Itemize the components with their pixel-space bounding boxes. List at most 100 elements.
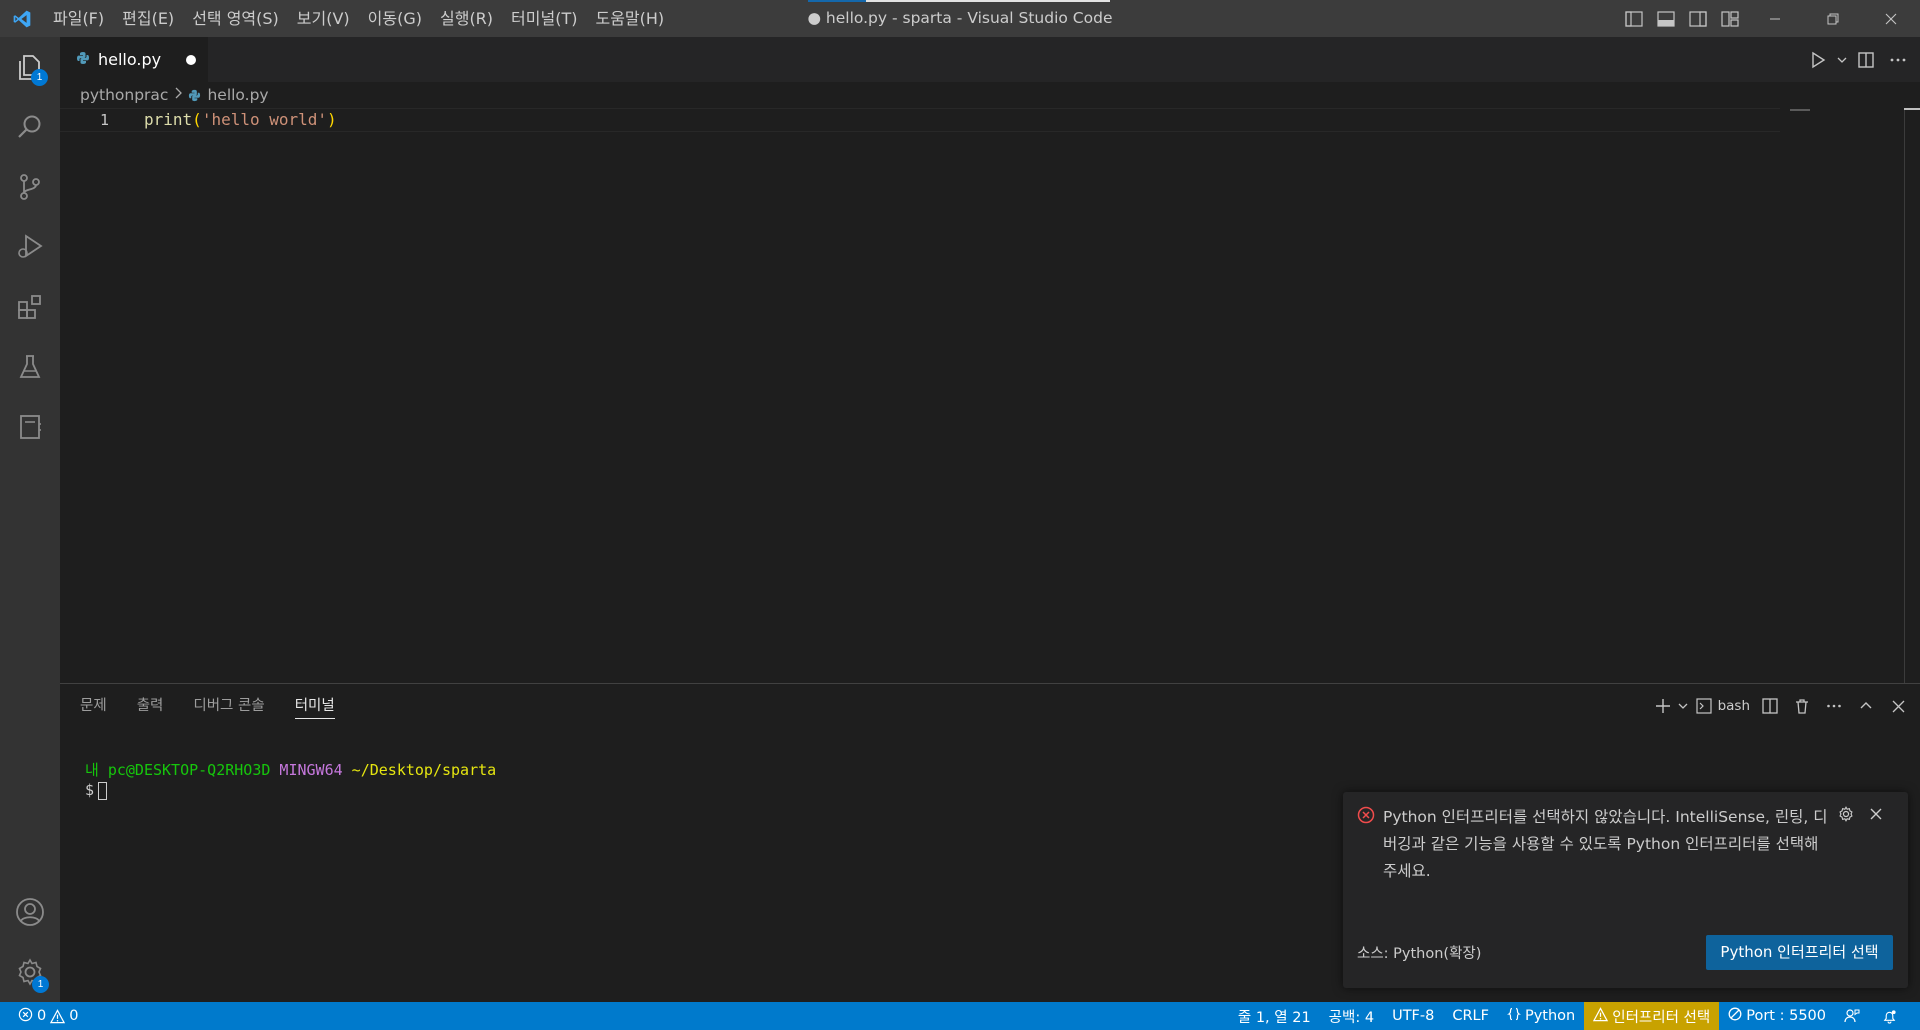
run-file-icon[interactable] (1802, 44, 1834, 76)
manage-gear-icon[interactable]: 1 (0, 942, 60, 1002)
cursor-position[interactable]: 줄 1, 열 21 (1229, 1002, 1320, 1030)
breadcrumb-file[interactable]: hello.py (207, 86, 268, 104)
status-bar-left: 0 0 (18, 1002, 87, 1030)
error-icon (1357, 806, 1375, 828)
toggle-primary-sidebar-icon[interactable] (1618, 0, 1650, 37)
editor-actions (1802, 37, 1920, 82)
title-bar: 파일(F) 편집(E) 선택 영역(S) 보기(V) 이동(G) 실행(R) 터… (0, 0, 1920, 37)
select-interpreter-button[interactable]: Python 인터프리터 선택 (1706, 935, 1893, 970)
terminal-profile-chevron-down-icon[interactable] (1674, 690, 1692, 722)
minimap[interactable] (1790, 109, 1810, 111)
new-terminal-plus-icon[interactable] (1652, 690, 1674, 722)
menu-run[interactable]: 실행(R) (431, 0, 502, 37)
code-line[interactable]: 1 print('hello world') (60, 108, 1780, 132)
menu-edit[interactable]: 편집(E) (113, 0, 183, 37)
tab-hello-py[interactable]: hello.py (60, 37, 208, 82)
terminal-prompt-line: 내 pc@DESKTOP-Q2RHO3D MINGW64 ~/Desktop/s… (85, 760, 496, 780)
panel-tabs: 문제 출력 디버그 콘솔 터미널 (80, 684, 365, 728)
notebook-icon[interactable] (0, 397, 60, 457)
more-panel-actions-icon[interactable] (1818, 690, 1850, 722)
menu-view[interactable]: 보기(V) (288, 0, 359, 37)
python-file-icon (76, 50, 90, 69)
accounts-icon[interactable] (0, 882, 60, 942)
menu-selection[interactable]: 선택 영역(S) (183, 0, 288, 37)
no-entry-icon (1728, 1007, 1746, 1025)
menu-bar: 파일(F) 편집(E) 선택 영역(S) 보기(V) 이동(G) 실행(R) 터… (44, 0, 673, 37)
indentation[interactable]: 공백: 4 (1320, 1002, 1383, 1030)
restore-icon[interactable] (1804, 0, 1862, 37)
close-panel-icon[interactable] (1882, 690, 1914, 722)
menu-go[interactable]: 이동(G) (359, 0, 431, 37)
terminal-prompt-symbol: $ (85, 781, 95, 799)
language-mode[interactable]: Python (1498, 1002, 1584, 1030)
notification-settings-gear-icon[interactable] (1837, 805, 1855, 827)
notification-close-icon[interactable] (1869, 806, 1883, 825)
braces-icon (1507, 1007, 1525, 1025)
customize-layout-icon[interactable] (1714, 0, 1746, 37)
code-editor[interactable]: 1 print('hello world') (60, 108, 1920, 683)
extensions-icon[interactable] (0, 277, 60, 337)
kill-terminal-trash-icon[interactable] (1786, 690, 1818, 722)
tab-terminal[interactable]: 터미널 (294, 684, 335, 728)
warning-icon (1593, 1006, 1612, 1026)
end-of-line[interactable]: CRLF (1443, 1002, 1498, 1030)
terminal-output[interactable]: 내 pc@DESKTOP-Q2RHO3D MINGW64 ~/Desktop/s… (85, 760, 496, 800)
terminal-input-line: $ (85, 780, 496, 800)
terminal-instance-bash[interactable]: bash (1692, 690, 1754, 722)
testing-icon[interactable] (0, 337, 60, 397)
vscode-logo-icon (0, 0, 44, 37)
more-actions-icon[interactable] (1882, 44, 1914, 76)
language-label: Python (1524, 1008, 1576, 1024)
toggle-secondary-sidebar-icon[interactable] (1682, 0, 1714, 37)
tab-problems[interactable]: 문제 (80, 684, 107, 728)
breadcrumb: pythonprac hello.py (80, 84, 269, 106)
terminal-path: ~/Desktop/sparta (351, 761, 497, 779)
menu-help[interactable]: 도움말(H) (586, 0, 673, 37)
source-control-icon[interactable] (0, 157, 60, 217)
terminal-shell-name: bash (1717, 698, 1750, 714)
breadcrumb-folder[interactable]: pythonprac (80, 86, 168, 104)
activity-bar: 1 1 (0, 37, 60, 1002)
tab-label: hello.py (98, 50, 162, 69)
tab-debug-console[interactable]: 디버그 콘솔 (193, 684, 264, 728)
status-bar-right: 줄 1, 열 21 공백: 4 UTF-8 CRLF Python 인터프리터 … (1229, 1002, 1910, 1030)
settings-badge: 1 (32, 976, 49, 993)
close-window-icon[interactable] (1862, 0, 1920, 37)
status-bar: 0 0 줄 1, 열 21 공백: 4 UTF-8 CRLF Python 인터… (0, 1002, 1920, 1030)
minimize-icon[interactable] (1746, 0, 1804, 37)
run-dropdown-chevron-down-icon[interactable] (1834, 44, 1850, 76)
notification-source: 소스: Python(확장) (1357, 946, 1482, 962)
notifications-bell-icon[interactable] (1873, 1002, 1910, 1030)
search-icon[interactable] (0, 97, 60, 157)
notification-message: Python 인터프리터를 선택하지 않았습니다. IntelliSense, … (1383, 808, 1828, 880)
menu-file[interactable]: 파일(F) (44, 0, 113, 37)
maximize-panel-chevron-up-icon[interactable] (1850, 690, 1882, 722)
tab-output[interactable]: 출력 (137, 684, 164, 728)
encoding[interactable]: UTF-8 (1383, 1002, 1443, 1030)
editor-tab-bar: hello.py (60, 37, 1920, 82)
terminal-env: MINGW64 (279, 761, 343, 779)
explorer-icon[interactable]: 1 (0, 37, 60, 97)
warning-count: 0 (69, 1008, 79, 1024)
feedback-icon[interactable] (1835, 1002, 1873, 1030)
unsaved-dot-icon[interactable] (186, 55, 196, 65)
select-interpreter-status[interactable]: 인터프리터 선택 (1584, 1002, 1720, 1030)
toggle-panel-icon[interactable] (1650, 0, 1682, 37)
scrollbar[interactable] (1904, 108, 1905, 683)
error-count: 0 (37, 1008, 47, 1024)
split-editor-icon[interactable] (1850, 44, 1882, 76)
port-label: Port : 5500 (1746, 1008, 1826, 1024)
explorer-badge: 1 (31, 69, 48, 86)
split-terminal-icon[interactable] (1754, 690, 1786, 722)
run-and-debug-icon[interactable] (0, 217, 60, 277)
problems-status[interactable]: 0 0 (18, 1002, 87, 1030)
scrollbar-cursor-marker (1904, 108, 1920, 110)
error-count-icon (18, 1007, 37, 1026)
terminal-icon (1695, 698, 1712, 714)
live-server-port[interactable]: Port : 5500 (1719, 1002, 1835, 1030)
panel-actions: bash (1652, 684, 1914, 728)
warning-count-icon (50, 1008, 69, 1024)
window-title: ● hello.py - sparta - Visual Studio Code (807, 9, 1113, 27)
menu-terminal[interactable]: 터미널(T) (502, 0, 586, 37)
title-bar-controls (1618, 0, 1920, 37)
